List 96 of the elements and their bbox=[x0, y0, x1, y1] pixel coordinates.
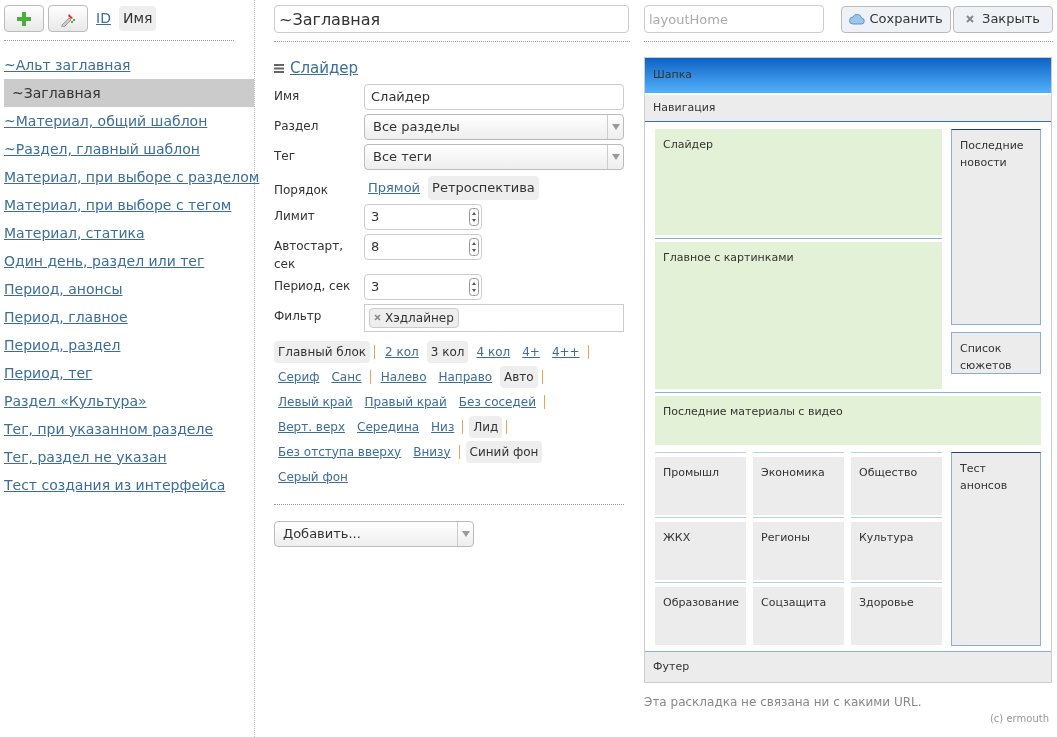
add-dropdown[interactable]: Добавить... bbox=[274, 520, 474, 547]
footer-block[interactable]: Футер bbox=[645, 651, 1051, 682]
number-spinner[interactable]: 8 bbox=[364, 233, 482, 260]
spinner-arrows-icon[interactable] bbox=[469, 237, 479, 256]
dropdown-caret-icon bbox=[611, 123, 620, 130]
style-option[interactable]: 4 кол bbox=[472, 340, 515, 363]
layout-list-item[interactable]: Тег, раздел не указан bbox=[4, 443, 254, 471]
style-option[interactable]: Без отступа вверху bbox=[274, 440, 406, 463]
sidebar-block[interactable]: Последние новости bbox=[951, 129, 1041, 325]
header-block[interactable]: Шапка bbox=[645, 58, 1051, 93]
select-dropdown[interactable]: Все разделы bbox=[364, 113, 624, 140]
layout-list-item[interactable]: ~Альт заглавная bbox=[4, 51, 254, 79]
field-label: Тег bbox=[274, 147, 297, 165]
layout-block[interactable]: Последние материалы с видео bbox=[655, 396, 1041, 445]
layout-list-item[interactable]: Материал, статика bbox=[4, 219, 254, 247]
layout-block[interactable]: Экономика bbox=[753, 457, 844, 515]
field-label: Имя bbox=[274, 87, 301, 105]
cloud-icon bbox=[849, 13, 866, 25]
style-option[interactable]: Внизу bbox=[409, 440, 455, 463]
style-option[interactable]: 4++ bbox=[547, 340, 584, 363]
layout-id-input[interactable]: layoutHome bbox=[644, 5, 824, 33]
style-option[interactable]: Синий фон bbox=[465, 440, 543, 463]
style-option[interactable]: Направо bbox=[434, 365, 497, 388]
block-title-link[interactable]: Слайдер bbox=[290, 57, 359, 80]
filter-tags-field[interactable]: Хэдлайнер bbox=[364, 303, 624, 332]
list-icon bbox=[274, 63, 284, 73]
style-option[interactable]: Лид bbox=[469, 415, 503, 438]
style-option[interactable]: Левый край bbox=[274, 390, 357, 413]
number-spinner[interactable]: 3 bbox=[364, 203, 482, 230]
order-option[interactable]: Прямой bbox=[364, 176, 425, 200]
layout-list-item[interactable]: Материал, при выборе с тегом bbox=[4, 191, 254, 219]
remove-icon[interactable] bbox=[374, 314, 381, 321]
select-dropdown[interactable]: Все теги bbox=[364, 143, 624, 170]
style-option[interactable]: Санс bbox=[327, 365, 366, 388]
layout-block[interactable]: Здоровье bbox=[851, 587, 942, 645]
layout-block[interactable]: Промышл bbox=[655, 457, 746, 515]
dropdown-caret-icon bbox=[461, 530, 470, 537]
style-option[interactable]: Без соседей bbox=[454, 390, 540, 413]
sort-option[interactable]: Имя bbox=[118, 6, 157, 31]
dropdown-caret-icon bbox=[611, 153, 620, 160]
sidebar-block[interactable]: Тест анонсов bbox=[951, 452, 1041, 646]
style-option[interactable]: Серый фон bbox=[274, 465, 352, 488]
layout-note: Эта раскладка не связана ни с какими URL. bbox=[644, 694, 923, 711]
layout-list-item[interactable]: Период, анонсы bbox=[4, 275, 254, 303]
title-input[interactable]: ~Заглавная bbox=[274, 5, 629, 33]
order-option[interactable]: Ретроспектива bbox=[428, 176, 539, 200]
sort-option[interactable]: ID bbox=[92, 6, 115, 31]
navigation-block[interactable]: Навигация bbox=[645, 95, 1051, 122]
layout-block[interactable]: Общество bbox=[851, 457, 942, 515]
layout-block[interactable]: ЖКХ bbox=[655, 522, 746, 580]
style-option[interactable]: Правый край bbox=[360, 390, 451, 413]
filter-tag[interactable]: Хэдлайнер bbox=[369, 307, 459, 328]
name-input[interactable]: Слайдер bbox=[364, 83, 624, 110]
style-option[interactable]: 4+ bbox=[518, 340, 544, 363]
close-icon bbox=[966, 15, 975, 23]
add-button[interactable] bbox=[4, 5, 44, 32]
style-option[interactable]: Сериф bbox=[274, 365, 324, 388]
style-option[interactable]: Низ bbox=[427, 415, 459, 438]
layout-list-item[interactable]: ~Раздел, главный шаблон bbox=[4, 135, 254, 163]
layout-block[interactable]: Слайдер bbox=[655, 129, 942, 235]
field-label: Лимит bbox=[274, 207, 316, 225]
style-option[interactable]: 3 кол bbox=[426, 340, 469, 363]
copy-button[interactable] bbox=[48, 5, 88, 32]
layout-list-item[interactable]: Период, тег bbox=[4, 359, 254, 387]
layout-list-item[interactable]: Период, раздел bbox=[4, 331, 254, 359]
layout-block[interactable]: Культура bbox=[851, 522, 942, 580]
style-option[interactable]: Верт. верх bbox=[274, 415, 350, 438]
layout-block[interactable]: Образование bbox=[655, 587, 746, 645]
style-option[interactable]: Середина bbox=[353, 415, 424, 438]
copyright-text: (c) ermouth bbox=[988, 712, 1050, 726]
layout-block[interactable]: Главное с картинками bbox=[655, 242, 942, 389]
style-option[interactable]: Налево bbox=[376, 365, 431, 388]
layout-list-item[interactable]: ~Материал, общий шаблон bbox=[4, 107, 254, 135]
layout-list-item[interactable]: Тег, при указанном разделе bbox=[4, 415, 254, 443]
layout-list-item[interactable]: Один день, раздел или тег bbox=[4, 247, 254, 275]
save-button[interactable]: Сохранить bbox=[841, 5, 951, 33]
field-label: Фильтр bbox=[274, 307, 323, 325]
style-option[interactable]: 2 кол bbox=[381, 340, 423, 363]
field-label: Автостарт, сек bbox=[274, 237, 344, 273]
spinner-arrows-icon[interactable] bbox=[469, 207, 479, 226]
style-option[interactable]: Главный блок bbox=[274, 340, 370, 363]
layout-list-item[interactable]: Раздел «Культура» bbox=[4, 387, 254, 415]
spinner-arrows-icon[interactable] bbox=[469, 277, 479, 296]
plus-icon bbox=[17, 11, 31, 26]
field-label: Раздел bbox=[274, 117, 320, 135]
layout-block[interactable]: Регионы bbox=[753, 522, 844, 580]
layout-block[interactable]: Соцзащита bbox=[753, 587, 844, 645]
layout-list-item[interactable]: Период, главное bbox=[4, 303, 254, 331]
layout-list-item[interactable]: Тест создания из интерфейса bbox=[4, 471, 254, 499]
field-label: Порядок bbox=[274, 181, 330, 199]
number-spinner[interactable]: 3 bbox=[364, 273, 482, 300]
close-button[interactable]: Закрыть bbox=[953, 5, 1053, 33]
sidebar-block[interactable]: Список сюжетов bbox=[951, 332, 1041, 374]
style-option[interactable]: Авто bbox=[500, 365, 538, 388]
field-label: Период, сек bbox=[274, 277, 352, 295]
layout-list-item[interactable]: ~Заглавная bbox=[4, 79, 254, 107]
